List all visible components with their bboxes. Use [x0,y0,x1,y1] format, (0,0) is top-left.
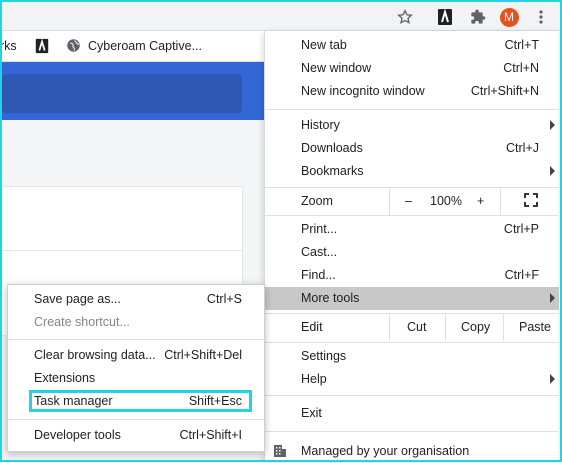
menu-label: Cast... [301,245,338,259]
page-search-bar[interactable] [2,74,242,113]
menu-item-exit[interactable]: Exit [265,402,559,425]
avatar[interactable]: M [498,6,520,28]
card-divider [2,250,243,251]
task-manager-highlight [29,390,252,412]
menu-item-new-tab[interactable]: New tab Ctrl+T [265,34,559,57]
star-icon[interactable] [394,6,416,28]
building-icon [273,444,287,461]
menu-item-settings[interactable]: Settings [265,345,559,368]
menu-label: Downloads [301,141,363,155]
menu-label: Find... [301,268,336,282]
edit-divider [445,313,446,341]
menu-label: Print... [301,222,338,236]
globe-icon [66,38,81,56]
menu-separator [265,342,559,343]
menu-label: Help [301,372,327,386]
submenu-arrow-icon [550,293,555,303]
menu-label: More tools [301,291,360,305]
menu-shortcut: Ctrl+T [504,38,539,52]
menu-item-more-tools[interactable]: More tools [265,287,559,310]
zoom-out-button[interactable]: – [405,194,412,208]
menu-label: Create shortcut... [34,315,130,329]
menu-item-edit: Edit Cut Copy Paste [265,313,559,341]
menu-label: New tab [301,38,347,52]
menu-item-history[interactable]: History [265,114,559,137]
menu-separator [265,313,559,314]
menu-shortcut: Ctrl+F [504,268,539,282]
page-header-band [2,62,264,120]
menu-shortcut: Ctrl+N [503,61,539,75]
menu-shortcut: Ctrl+P [503,222,539,236]
menu-label: Zoom [301,194,333,208]
menu-item-help[interactable]: Help [265,368,559,391]
submenu-item-extensions[interactable]: Extensions [8,367,264,390]
browser-toolbar: M [2,2,560,31]
menu-label: History [301,118,340,132]
menu-separator [265,187,559,188]
submenu-item-save-page[interactable]: Save page as... Ctrl+S [8,288,264,311]
menu-shortcut: Ctrl+Shift+I [179,428,242,442]
menu-shortcut: Ctrl+Shift+N [470,84,539,98]
zoom-divider [389,187,390,215]
menu-item-cast[interactable]: Cast... [265,241,559,264]
chrome-menu: New tab Ctrl+T New window Ctrl+N New inc… [264,31,559,463]
menu-separator [8,339,264,340]
more-tools-submenu: Save page as... Ctrl+S Create shortcut..… [7,284,265,452]
menu-separator [265,395,559,396]
menu-separator [8,419,264,420]
menu-label: Managed by your organisation [301,444,470,458]
menu-item-managed[interactable]: Managed by your organisation [265,440,559,463]
menu-label: New window [301,61,372,75]
paste-button[interactable]: Paste [519,320,551,334]
menu-label: Edit [301,320,323,334]
puzzle-extensions-icon[interactable] [467,6,489,28]
submenu-arrow-icon [550,374,555,384]
zoom-divider [500,187,501,215]
menu-label: Extensions [34,371,96,385]
menu-item-bookmarks[interactable]: Bookmarks [265,160,559,183]
bookmarks-bar: rks Cyberoam Captive... [0,31,264,62]
menu-label: Settings [301,349,347,363]
menu-label: Bookmarks [301,164,364,178]
submenu-item-clear-browsing-data[interactable]: Clear browsing data... Ctrl+Shift+Del [8,344,264,367]
menu-label: Save page as... [34,292,121,306]
menu-shortcut: Ctrl+S [206,292,242,306]
menu-separator [265,215,559,216]
submenu-arrow-icon [550,166,555,176]
menu-label: Exit [301,406,322,420]
menu-item-new-incognito[interactable]: New incognito window Ctrl+Shift+N [265,80,559,103]
bookmark-cyberoam[interactable]: Cyberoam Captive... [88,39,202,53]
menu-separator [265,109,559,110]
bookmark-app-icon[interactable] [34,38,50,57]
menu-item-new-window[interactable]: New window Ctrl+N [265,57,559,80]
kebab-menu-icon[interactable] [530,6,552,28]
submenu-arrow-icon [550,120,555,130]
bookmark-partial-label[interactable]: rks [0,39,17,53]
menu-label: Clear browsing data... [34,348,156,362]
extension-app-icon[interactable] [434,6,456,28]
zoom-in-button[interactable]: + [477,194,484,208]
menu-label: Developer tools [34,428,121,442]
menu-item-print[interactable]: Print... Ctrl+P [265,218,559,241]
edit-divider [503,313,504,341]
edit-divider [389,313,390,341]
avatar-letter: M [499,7,519,27]
copy-button[interactable]: Copy [461,320,490,334]
menu-item-zoom: Zoom – 100% + [265,187,559,215]
fullscreen-icon[interactable] [524,193,538,210]
menu-shortcut: Ctrl+Shift+Del [164,348,242,362]
menu-item-downloads[interactable]: Downloads Ctrl+J [265,137,559,160]
menu-shortcut: Ctrl+J [506,141,539,155]
cut-button[interactable]: Cut [407,320,426,334]
zoom-level: 100% [430,194,462,208]
submenu-item-create-shortcut: Create shortcut... [8,311,264,334]
menu-separator [265,431,559,432]
menu-item-find[interactable]: Find... Ctrl+F [265,264,559,287]
menu-label: New incognito window [301,84,425,98]
submenu-item-developer-tools[interactable]: Developer tools Ctrl+Shift+I [8,424,264,447]
